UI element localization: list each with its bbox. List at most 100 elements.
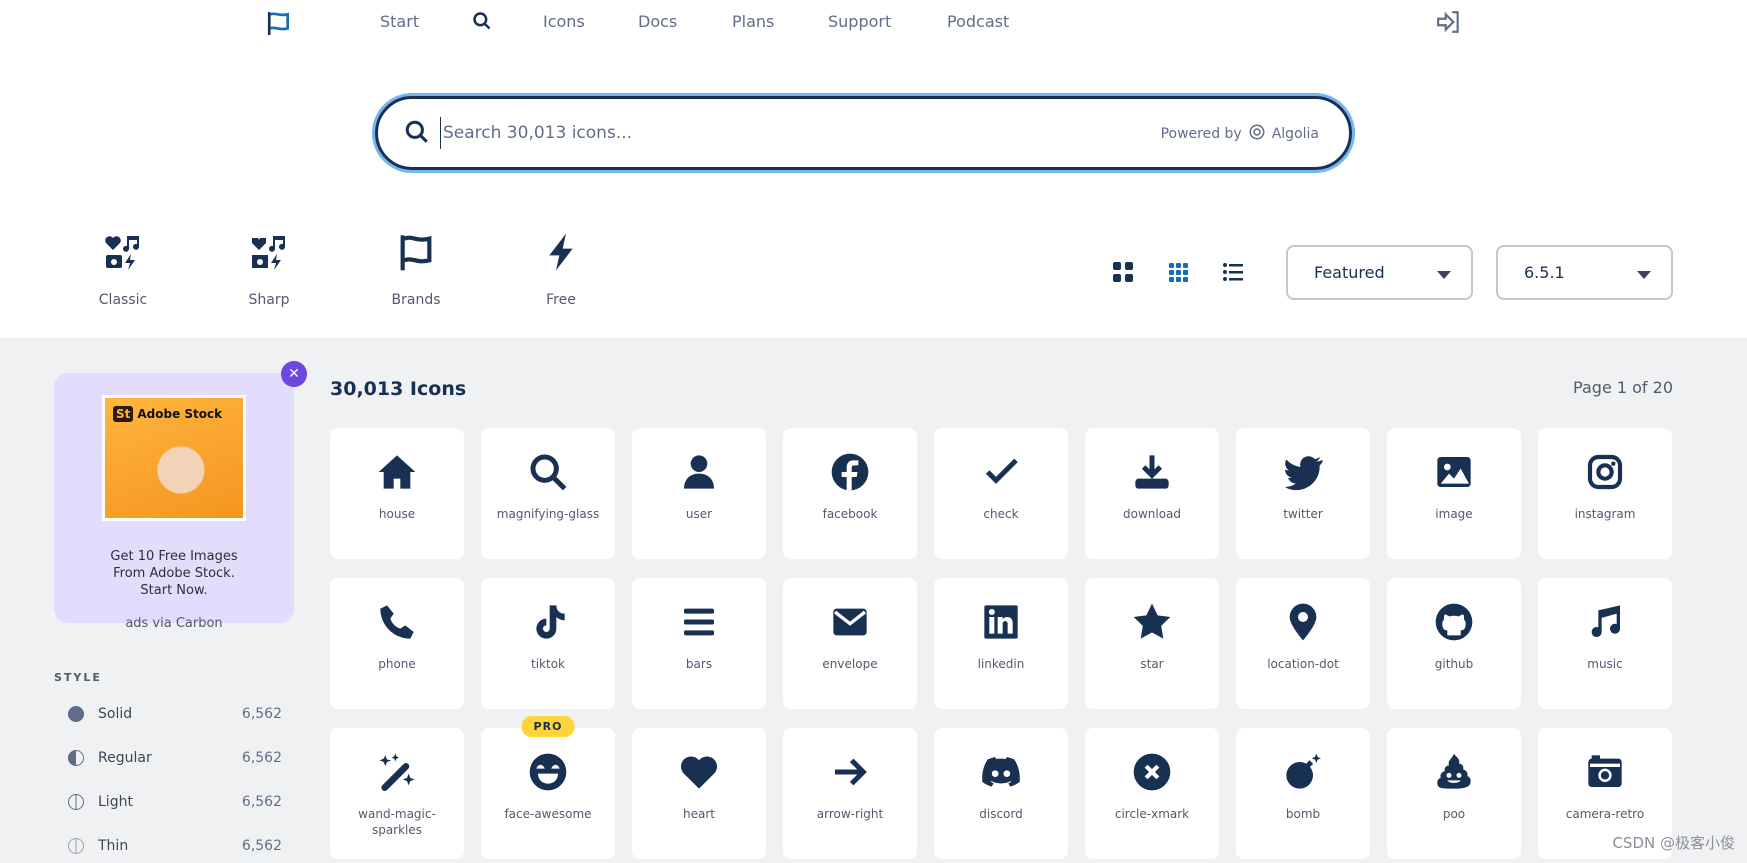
small-grid-view-icon[interactable] [1166, 260, 1190, 284]
nav-docs[interactable]: Docs [638, 12, 677, 31]
version-dropdown[interactable]: 6.5.1 [1496, 245, 1673, 300]
powered-by-label: Powered by [1160, 126, 1242, 142]
icon-name: check [983, 507, 1019, 521]
magnifying-glass-icon [528, 454, 568, 496]
icon-card-phone[interactable]: phone [330, 578, 464, 709]
icon-card-poo[interactable]: poo [1387, 728, 1521, 859]
carbon-ad[interactable]: St Adobe Stock Get 10 Free Images From Ado… [54, 373, 294, 631]
icon-name: discord [979, 807, 1023, 821]
caret-down-icon [1437, 271, 1451, 279]
icon-card-heart[interactable]: heart [632, 728, 766, 859]
camera-retro-icon [1585, 755, 1625, 796]
style-heading: STYLE [54, 671, 102, 684]
solid-circle-icon [68, 706, 84, 722]
icon-name: poo [1442, 807, 1466, 821]
nav-plans[interactable]: Plans [732, 12, 774, 31]
results-area: St Adobe Stock Get 10 Free Images From Ado… [0, 338, 1747, 863]
icon-card-user[interactable]: user [632, 428, 766, 559]
nav-support[interactable]: Support [828, 12, 891, 31]
icon-card-wand-magic-sparkles[interactable]: wand-magic-sparkles [330, 728, 464, 859]
icon-name: location-dot [1267, 657, 1339, 671]
flag-icon [396, 235, 436, 276]
nav-search-icon[interactable] [472, 11, 492, 35]
light-circle-icon [68, 794, 84, 810]
icon-grid: house magnifying-glass user facebook check do… [330, 428, 1672, 859]
icon-card-house[interactable]: house [330, 428, 464, 559]
icon-card-discord[interactable]: discord [934, 728, 1068, 859]
icon-card-bomb[interactable]: bomb [1236, 728, 1370, 859]
nav-icons[interactable]: Icons [543, 12, 585, 31]
sort-dropdown[interactable]: Featured [1286, 245, 1473, 300]
icon-card-circle-xmark[interactable]: circle-xmark [1085, 728, 1219, 859]
icon-card-music[interactable]: music [1538, 578, 1672, 709]
close-ad-button[interactable]: ✕ [281, 361, 307, 387]
icon-card-tiktok[interactable]: tiktok [481, 578, 615, 709]
header-area: Start Icons Docs Plans Support Podcast P… [0, 0, 1747, 338]
large-grid-view-icon[interactable] [1111, 260, 1135, 284]
icon-card-twitter[interactable]: twitter [1236, 428, 1370, 559]
icon-card-facebook[interactable]: facebook [783, 428, 917, 559]
icon-name: download [1122, 507, 1182, 521]
version-selected: 6.5.1 [1524, 263, 1565, 282]
family-label: Free [546, 292, 576, 308]
icon-card-envelope[interactable]: envelope [783, 578, 917, 709]
icon-name: facebook [822, 507, 878, 521]
icon-card-instagram[interactable]: instagram [1538, 428, 1672, 559]
check-icon [981, 458, 1021, 496]
user-icon [679, 455, 719, 496]
nav-podcast[interactable]: Podcast [947, 12, 1009, 31]
style-solid[interactable]: Solid 6,562 [68, 706, 282, 722]
icon-card-download[interactable]: download [1085, 428, 1219, 559]
icon-card-bars[interactable]: bars [632, 578, 766, 709]
icon-card-arrow-right[interactable]: arrow-right [783, 728, 917, 859]
circle-xmark-icon [1132, 753, 1172, 796]
arrow-right-icon [830, 758, 870, 796]
icon-name: magnifying-glass [496, 507, 600, 521]
icon-name: star [1140, 657, 1164, 671]
ad-via[interactable]: ads via Carbon [54, 616, 294, 631]
search-input[interactable] [440, 117, 1040, 149]
family-classic[interactable]: Classic [73, 232, 173, 308]
icon-name: phone [378, 657, 416, 671]
list-view-icon[interactable] [1221, 260, 1245, 284]
style-light[interactable]: Light 6,562 [68, 794, 282, 810]
page-indicator: Page 1 of 20 [1573, 378, 1673, 397]
heart-icon [679, 756, 719, 796]
family-free[interactable]: Free [511, 232, 611, 308]
icon-card-github[interactable]: github [1387, 578, 1521, 709]
sign-in-icon[interactable] [1435, 9, 1463, 39]
envelope-icon [830, 608, 870, 646]
icon-name: music [1587, 657, 1623, 671]
family-brands[interactable]: Brands [366, 232, 466, 308]
algolia-label: Algolia [1271, 126, 1319, 142]
style-thin[interactable]: Thin 6,562 [68, 838, 282, 854]
logo-flag-icon[interactable] [266, 10, 292, 40]
nav-start[interactable]: Start [380, 12, 419, 31]
icon-card-check[interactable]: check [934, 428, 1068, 559]
powered-by-algolia[interactable]: Powered by Algolia [1161, 123, 1319, 145]
caret-down-icon [1637, 271, 1651, 279]
icon-name: bomb [1285, 807, 1321, 821]
family-sharp[interactable]: Sharp [219, 232, 319, 308]
facebook-icon [830, 453, 870, 496]
icon-card-face-awesome[interactable]: PRO face-awesome [481, 716, 615, 859]
icon-card-location-dot[interactable]: location-dot [1236, 578, 1370, 709]
icon-card-star[interactable]: star [1085, 578, 1219, 709]
tiktok-icon [528, 605, 568, 646]
watermark: CSDN @极客小俊 [1612, 834, 1735, 852]
icon-card-magnifying-glass[interactable]: magnifying-glass [481, 428, 615, 559]
algolia-icon [1248, 123, 1266, 145]
linkedin-icon [981, 605, 1021, 646]
ad-image[interactable]: St Adobe Stock [102, 395, 246, 521]
family-label: Classic [98, 292, 148, 308]
style-regular[interactable]: Regular 6,562 [68, 750, 282, 766]
icon-card-linkedin[interactable]: linkedin [934, 578, 1068, 709]
icon-card-image[interactable]: image [1387, 428, 1521, 559]
ad-text[interactable]: Get 10 Free Images From Adobe Stock. Start… [54, 548, 294, 599]
icon-name: circle-xmark [1114, 807, 1190, 821]
search-icon [404, 119, 430, 149]
face-awesome-icon [528, 753, 568, 796]
pro-badge: PRO [521, 716, 575, 737]
download-icon [1132, 455, 1172, 496]
thin-circle-icon [68, 838, 84, 854]
